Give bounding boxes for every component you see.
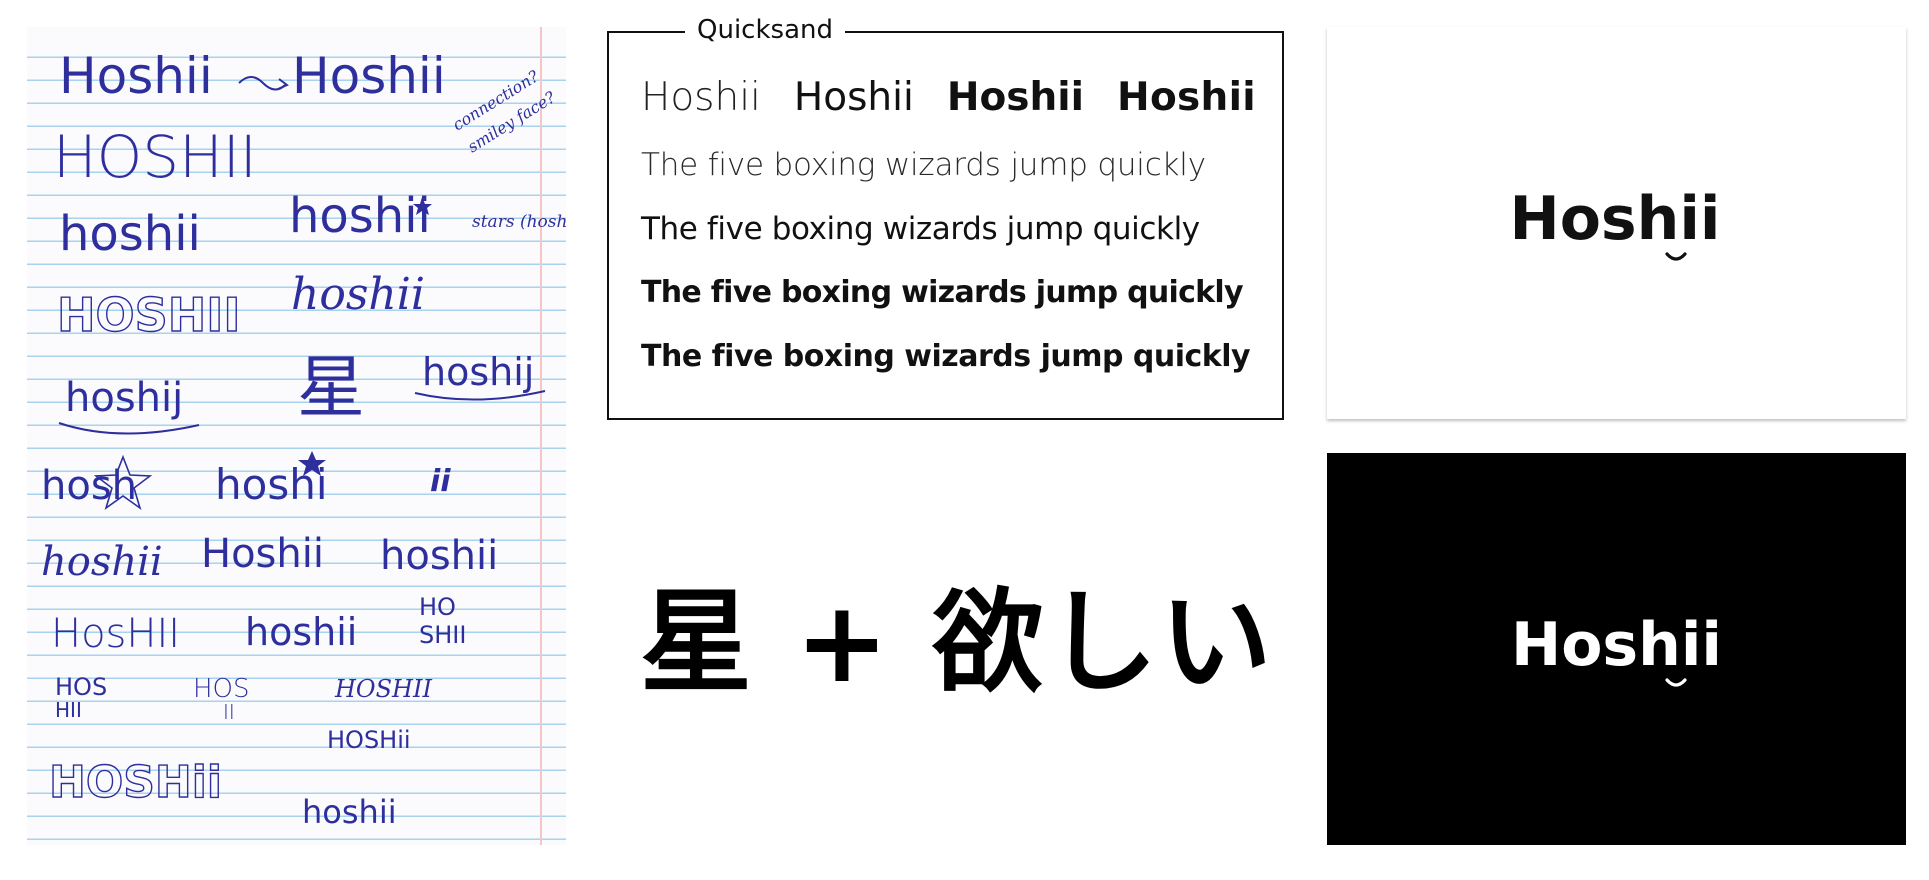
weight-regular-sample: Hoshii: [793, 75, 914, 120]
sketch-notebook-page: Hoshii Hoshii connection? smiley face? H…: [27, 27, 566, 845]
logo-wordmark-dark: Hoshii: [1327, 609, 1906, 681]
sketch-row8-left: HosHII: [51, 611, 180, 657]
smile-icon: [1665, 252, 1687, 261]
sketch-row8-right-top: HO: [419, 593, 456, 621]
sketch-row8-right-bottom: SHII: [419, 621, 466, 649]
sketch-row9-a-top: HOS: [55, 673, 107, 701]
font-specimen-box: Quicksand Hoshii Hoshii Hoshii Hoshii Th…: [607, 12, 1284, 420]
sketch-row7-mid: Hoshii: [201, 531, 324, 577]
sketch-row11-right: hoshii: [302, 793, 397, 831]
font-name-label: Quicksand: [685, 12, 845, 48]
sketch-stars-note: stars (hoshi): [472, 212, 566, 232]
logo-card-dark: Hoshii: [1327, 453, 1906, 845]
sketch-row4-script: hoshii: [291, 269, 425, 320]
sketch-row5-right: hoshij: [422, 350, 534, 394]
weight-samples: Hoshii Hoshii Hoshii Hoshii: [641, 75, 1256, 120]
pangram-bold: The five boxing wizards jump quickly: [641, 339, 1251, 374]
name-etymology-equation: 星 + 欲しい: [640, 578, 1274, 708]
smile-icon: [1665, 678, 1687, 687]
weight-bold-sample: Hoshii: [1117, 75, 1256, 120]
logo-prefix: Hosh: [1510, 610, 1681, 680]
weight-light-sample: Hoshii: [641, 75, 761, 120]
sketch-row1-right: Hoshii: [292, 47, 446, 105]
weight-medium-sample: Hoshii: [946, 75, 1084, 120]
sketch-row8-mid: hoshii: [245, 610, 357, 654]
pangram-regular: The five boxing wizards jump quickly: [641, 211, 1200, 247]
logo-wordmark-light: Hoshii: [1327, 183, 1906, 255]
pangram-light: The five boxing wizards jump quickly: [641, 147, 1206, 183]
sketch-row9-c: HOSHII: [334, 675, 432, 703]
sketch-row5-left: hoshij: [65, 375, 183, 421]
sketch-row3-right: hoshii: [289, 188, 431, 244]
sketch-row9-b-bottom: II: [223, 700, 235, 724]
pangram-medium: The five boxing wizards jump quickly: [641, 275, 1244, 310]
logo-suffix: ii: [1680, 610, 1722, 680]
arrow-icon: [238, 76, 286, 91]
sketch-row7-right: hoshii: [380, 533, 498, 579]
sketch-row7-left: hoshii: [41, 539, 163, 585]
sketch-row10-c: HOSHii: [327, 726, 411, 754]
logo-prefix: Hosh: [1509, 184, 1680, 254]
sketch-row9-b-top: HOS: [193, 674, 250, 704]
sketch-row6-right: ii: [430, 464, 451, 499]
sketch-row5-kanji: 星: [297, 349, 365, 428]
sketch-drawing: Hoshii Hoshii connection? smiley face? H…: [41, 47, 566, 831]
sketch-row11-outline: HOSHii: [49, 757, 222, 808]
smile-icon: [1723, 238, 1724, 239]
sketch-row3-left: hoshii: [59, 206, 201, 262]
sketch-row6-left: hosh: [41, 463, 137, 509]
sketch-row2: HOSHII: [53, 123, 257, 191]
sketch-row1-left: Hoshii: [59, 47, 213, 105]
logo-card-light: Hoshii: [1327, 27, 1906, 419]
sketch-row9-a-bottom: HII: [55, 698, 82, 722]
logo-suffix: ii: [1679, 184, 1721, 254]
sketch-row4-outline: HOSHII: [57, 288, 240, 342]
